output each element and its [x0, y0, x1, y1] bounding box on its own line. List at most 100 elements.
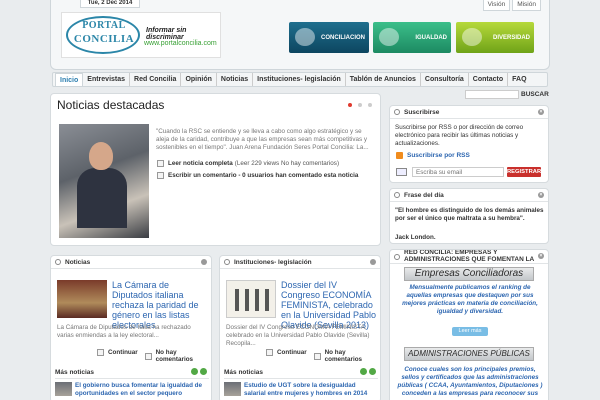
nav-item-contacto[interactable]: Contacto — [469, 73, 509, 86]
next-icon[interactable] — [200, 368, 207, 375]
instituciones-panel: Instituciones- legislación Dossier del I… — [219, 255, 381, 400]
continue-link[interactable]: Continuar — [266, 349, 307, 356]
subscribe-title: Suscribirse — [404, 108, 440, 116]
subscribe-text: Suscribirse por RSS o por dirección de c… — [395, 124, 524, 147]
main-nav: Inicio Entrevistas Red Concilia Opinión … — [52, 72, 548, 87]
site-logo[interactable]: PORTAL CONCILIA Informar sin discriminar… — [61, 12, 221, 58]
nav-item-tablon[interactable]: Tablón de Anuncios — [346, 73, 421, 86]
nav-item-faq[interactable]: FAQ — [508, 73, 530, 86]
diversidad-banner[interactable]: DIVERSIDAD — [456, 22, 534, 53]
write-comment-link[interactable]: Escribir un comentario - 0 usuarios han … — [157, 172, 360, 179]
vision-link[interactable]: Visión — [482, 0, 511, 11]
news-thumbnail[interactable] — [57, 280, 107, 318]
nav-item-inicio[interactable]: Inicio — [55, 73, 84, 86]
rss-subscribe-link[interactable]: Suscribirse por RSS — [396, 152, 470, 159]
phrase-title: Frase del día — [404, 191, 444, 199]
photo-person-body — [77, 168, 127, 228]
featured-news-panel: Noticias destacadas "Cuando la RSC se en… — [50, 93, 381, 246]
featured-photo[interactable] — [59, 124, 149, 238]
comments-link[interactable]: No hay comentarios — [314, 349, 380, 363]
more-news-thumbnail[interactable] — [55, 382, 72, 396]
news-header: Noticias — [51, 256, 211, 269]
figure-icon — [235, 289, 239, 311]
figure-icon — [265, 289, 269, 311]
top-links: Visión Misión — [481, 0, 541, 11]
empresas-text: Mensualmente publicamos el ranking de aq… — [402, 284, 538, 315]
slider-dot-3[interactable] — [368, 103, 372, 107]
logo-url: www.portalconcilia.com — [144, 40, 217, 47]
document-icon — [97, 349, 104, 356]
figure-icon — [255, 289, 259, 311]
news-title: Noticias — [65, 258, 91, 266]
slider-dot-1[interactable] — [348, 103, 352, 107]
nav-item-red-concilia[interactable]: Red Concilia — [130, 73, 182, 86]
read-more-button[interactable]: Leer más — [452, 327, 488, 336]
more-news-controls — [358, 368, 376, 375]
bullet-icon — [224, 259, 230, 265]
nav-item-entrevistas[interactable]: Entrevistas — [83, 73, 131, 86]
bullet-icon — [394, 192, 400, 198]
close-icon[interactable]: × — [538, 253, 544, 259]
bullet-icon — [55, 259, 61, 265]
mision-link[interactable]: Misión — [512, 0, 541, 11]
news-headline[interactable]: La Cámara de Diputados italiana rechaza … — [112, 280, 208, 330]
nav-item-opinion[interactable]: Opinión — [181, 73, 217, 86]
next-icon[interactable] — [369, 368, 376, 375]
diversidad-icon — [462, 28, 482, 46]
prev-icon[interactable] — [360, 368, 367, 375]
instituciones-title: Instituciones- legislación — [234, 258, 312, 266]
rss-label: Suscribirse por RSS — [407, 152, 470, 159]
more-news-item[interactable]: Estudio de UGT sobre la desigualdad sala… — [244, 382, 378, 398]
current-date: Tue, 2 Dec 2014 — [80, 0, 140, 8]
empresas-conciliadoras-banner[interactable]: Empresas Conciliadoras — [404, 267, 534, 281]
options-icon[interactable] — [201, 259, 207, 265]
read-full-news-link[interactable]: Leer noticia completa (Leer 229 views No… — [157, 160, 339, 167]
search-button[interactable]: BUSCAR — [521, 90, 549, 99]
divider — [55, 378, 209, 379]
photo-person-head — [89, 142, 113, 170]
igualdad-label: IGUALDAD — [415, 34, 447, 41]
prev-icon[interactable] — [191, 368, 198, 375]
comment-icon — [314, 352, 321, 360]
conciliacion-banner[interactable]: CONCILIACION — [289, 22, 369, 53]
more-news-controls — [189, 368, 207, 375]
nav-item-instituciones[interactable]: Instituciones- legislación — [253, 73, 346, 86]
email-field[interactable] — [412, 167, 504, 177]
diversidad-label: DIVERSIDAD — [492, 34, 530, 41]
more-news-thumbnail[interactable] — [224, 382, 241, 396]
comment-icon — [157, 172, 164, 179]
instituciones-headline[interactable]: Dossier del IV Congreso ECONOMÍA FEMINIS… — [281, 280, 377, 330]
instituciones-header: Instituciones- legislación — [220, 256, 380, 269]
subscribe-panel: Suscribirse × Suscribirse por RSS o por … — [389, 105, 549, 183]
subscribe-header: Suscribirse × — [390, 106, 548, 119]
more-news-item[interactable]: El gobierno busca fomentar la igualdad d… — [75, 382, 209, 398]
administraciones-banner[interactable]: ADMINISTRACIONES PÚBLICAS — [404, 347, 534, 361]
comment-icon — [145, 352, 152, 360]
phrase-text: "El hombre es distinguido de los demás a… — [395, 207, 544, 222]
close-icon[interactable]: × — [538, 109, 544, 115]
register-button[interactable]: REGISTRAR — [507, 167, 541, 177]
figure-icon — [245, 289, 249, 311]
news-desc: La Cámara de Diputados de Italia ha rech… — [57, 324, 191, 339]
phrase-panel: Frase del día × "El hombre es distinguid… — [389, 188, 549, 244]
search-input[interactable] — [465, 90, 519, 99]
instituciones-desc: Dossier del IV Congreso ECONOMÍA FEMINIS… — [226, 324, 370, 347]
slider-dot-2[interactable] — [358, 103, 362, 107]
comments-label: No hay comentarios — [324, 349, 363, 363]
featured-title: Noticias destacadas — [57, 98, 165, 112]
red-header: RED CONCILIA: EMPRESAS Y ADMINISTRACIONE… — [390, 250, 548, 264]
continue-label: Continuar — [108, 349, 138, 356]
nav-item-noticias[interactable]: Noticias — [217, 73, 254, 86]
more-news-label: Más noticias — [55, 369, 95, 376]
instituciones-thumbnail[interactable] — [226, 280, 276, 318]
close-icon[interactable]: × — [538, 192, 544, 198]
continue-link[interactable]: Continuar — [97, 349, 138, 356]
site-header: Tue, 2 Dec 2014 PORTAL CONCILIA Informar… — [50, 0, 550, 70]
comments-link[interactable]: No hay comentarios — [145, 349, 211, 363]
logo-text-top: PORTAL — [82, 20, 126, 31]
igualdad-banner[interactable]: IGUALDAD — [373, 22, 451, 53]
options-icon[interactable] — [370, 259, 376, 265]
more-news-label: Más noticias — [224, 369, 264, 376]
administraciones-text: Conoce cuales son los principales premio… — [397, 366, 543, 397]
nav-item-consultoria[interactable]: Consultoría — [421, 73, 469, 86]
